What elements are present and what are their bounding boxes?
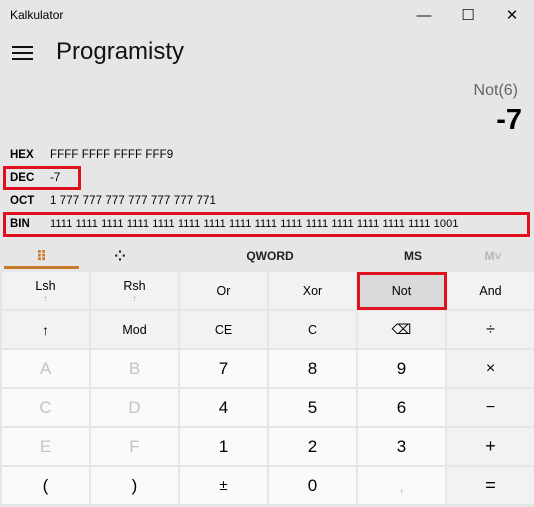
close-paren-button[interactable]: ) xyxy=(91,467,178,504)
not-highlight-box xyxy=(357,272,447,310)
hex-c-button[interactable]: C xyxy=(2,389,89,426)
hex-e-button[interactable]: E xyxy=(2,428,89,465)
digit-7-button[interactable]: 7 xyxy=(180,350,267,387)
key-label: Lsh xyxy=(35,278,56,293)
decimal-button[interactable]: , xyxy=(358,467,445,504)
bin-highlight-box xyxy=(3,212,530,237)
shift-up-icon[interactable]: ↑ xyxy=(2,311,89,348)
memory-store-button[interactable]: MS xyxy=(388,242,438,270)
digit-3-button[interactable]: 3 xyxy=(358,428,445,465)
menu-hamburger-icon[interactable] xyxy=(12,46,34,62)
minimize-button[interactable]: — xyxy=(402,0,446,30)
mod-button[interactable]: Mod xyxy=(91,311,178,348)
open-paren-button[interactable]: ( xyxy=(2,467,89,504)
keypad: Lsh ↑ Rsh ↑ Or Xor Not And ↑ Mod CE C ⌫ ÷ … xyxy=(2,272,534,507)
subtract-button[interactable]: − xyxy=(447,389,534,426)
rsh-button[interactable]: Rsh ↑ xyxy=(91,272,178,309)
radix-row-oct[interactable]: OCT 1 777 777 777 777 777 777 771 xyxy=(0,192,534,212)
digit-5-button[interactable]: 5 xyxy=(269,389,356,426)
xor-button[interactable]: Xor xyxy=(269,272,356,309)
title-bar: Kalkulator — ☐ ✕ xyxy=(0,0,534,30)
or-button[interactable]: Or xyxy=(180,272,267,309)
memory-recall-button[interactable]: M˅ xyxy=(468,242,518,270)
radix-value: FFFF FFFF FFFF FFF9 xyxy=(50,149,174,161)
radix-label: HEX xyxy=(10,149,34,161)
negate-button[interactable]: ± xyxy=(180,467,267,504)
radix-label: OCT xyxy=(10,195,35,207)
digit-9-button[interactable]: 9 xyxy=(358,350,445,387)
hex-f-button[interactable]: F xyxy=(91,428,178,465)
bit-toggling-keypad-icon[interactable]: ⁘ xyxy=(90,242,150,270)
backspace-icon[interactable]: ⌫ xyxy=(358,311,445,348)
clear-entry-button[interactable]: CE xyxy=(180,311,267,348)
active-tab-indicator xyxy=(4,266,79,269)
expression-display: Not(6) xyxy=(473,82,518,99)
dec-highlight-box xyxy=(3,166,81,190)
divide-button[interactable]: ÷ xyxy=(447,311,534,348)
radix-row-hex[interactable]: HEX FFFF FFFF FFFF FFF9 xyxy=(0,146,534,166)
digit-6-button[interactable]: 6 xyxy=(358,389,445,426)
digit-1-button[interactable]: 1 xyxy=(180,428,267,465)
close-button[interactable]: ✕ xyxy=(490,0,534,30)
shift-arrow-icon: ↑ xyxy=(132,293,137,303)
radix-value: 1 777 777 777 777 777 777 771 xyxy=(50,195,216,207)
digit-4-button[interactable]: 4 xyxy=(180,389,267,426)
clear-button[interactable]: C xyxy=(269,311,356,348)
digit-0-button[interactable]: 0 xyxy=(269,467,356,504)
digit-8-button[interactable]: 8 xyxy=(269,350,356,387)
lsh-button[interactable]: Lsh ↑ xyxy=(2,272,89,309)
hex-a-button[interactable]: A xyxy=(2,350,89,387)
multiply-button[interactable]: × xyxy=(447,350,534,387)
hex-b-button[interactable]: B xyxy=(91,350,178,387)
key-label: Rsh xyxy=(123,278,146,293)
and-button[interactable]: And xyxy=(447,272,534,309)
shift-arrow-icon: ↑ xyxy=(43,293,48,303)
keypad-toolbar: ⠿ ⁘ QWORD MS M˅ xyxy=(0,242,534,270)
hex-d-button[interactable]: D xyxy=(91,389,178,426)
word-size-button[interactable]: QWORD xyxy=(230,242,310,270)
equals-button[interactable]: = xyxy=(447,467,534,504)
window-title: Kalkulator xyxy=(10,8,64,22)
digit-2-button[interactable]: 2 xyxy=(269,428,356,465)
maximize-button[interactable]: ☐ xyxy=(446,0,490,30)
add-button[interactable]: + xyxy=(447,428,534,465)
result-display: -7 xyxy=(496,104,522,136)
page-title: Programisty xyxy=(56,38,185,65)
